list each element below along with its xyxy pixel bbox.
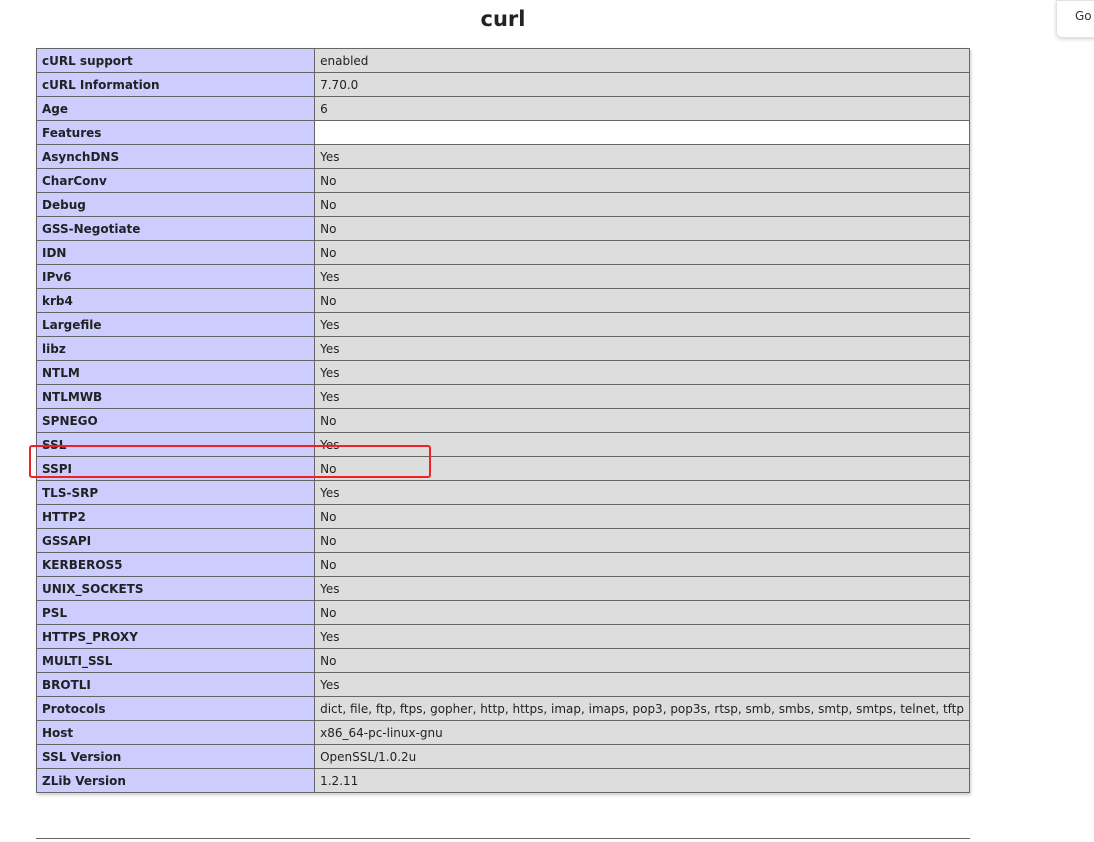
table-row: Age 6: [35, 96, 970, 121]
row-value: No: [314, 240, 970, 265]
row-name: IPv6: [35, 264, 316, 289]
row-value: 1.2.11: [314, 768, 970, 793]
table-row-ssl: SSL Yes: [35, 432, 970, 457]
row-value: OpenSSL/1.0.2u: [314, 744, 970, 769]
row-name: AsynchDNS: [35, 144, 316, 169]
table-row: ZLib Version 1.2.11: [35, 768, 970, 793]
table-row: Protocols dict, file, ftp, ftps, gopher, …: [35, 696, 970, 721]
row-name: SSL: [35, 432, 316, 457]
row-name: NTLM: [35, 360, 316, 385]
row-name: libz: [35, 336, 316, 361]
table-row: Debug No: [35, 192, 970, 217]
row-value: No: [314, 288, 970, 313]
row-value: enabled: [314, 48, 970, 73]
row-name: ZLib Version: [35, 768, 316, 793]
row-name: SSPI: [35, 456, 316, 481]
row-value: Yes: [314, 384, 970, 409]
table-row: AsynchDNS Yes: [35, 144, 970, 169]
row-name: Age: [35, 96, 316, 121]
row-value: Yes: [314, 576, 970, 601]
row-value: No: [314, 648, 970, 673]
row-name: Features: [35, 120, 316, 145]
row-value: No: [314, 600, 970, 625]
row-value: Yes: [314, 480, 970, 505]
curl-info-table: cURL support enabled cURL Information 7.70…: [35, 48, 970, 793]
row-name: PSL: [35, 600, 316, 625]
row-name: CharConv: [35, 168, 316, 193]
table-row: SSL Version OpenSSL/1.0.2u: [35, 744, 970, 769]
table-row: GSS-Negotiate No: [35, 216, 970, 241]
table-row: NTLMWB Yes: [35, 384, 970, 409]
phpinfo-page: curl Go cURL support enabled cURL Informa…: [0, 0, 1094, 842]
row-name: HTTP2: [35, 504, 316, 529]
row-name: BROTLI: [35, 672, 316, 697]
section-title: curl: [480, 7, 526, 31]
table-row: krb4 No: [35, 288, 970, 313]
row-name: NTLMWB: [35, 384, 316, 409]
row-value: No: [314, 552, 970, 577]
row-name: Host: [35, 720, 316, 745]
row-name: KERBEROS5: [35, 552, 316, 577]
row-name: krb4: [35, 288, 316, 313]
row-value: Yes: [314, 360, 970, 385]
row-value: No: [314, 408, 970, 433]
row-value: No: [314, 504, 970, 529]
row-value: Yes: [314, 144, 970, 169]
row-name: IDN: [35, 240, 316, 265]
next-table-edge: [36, 838, 970, 842]
table-row: Host x86_64-pc-linux-gnu: [35, 720, 970, 745]
row-name: Largefile: [35, 312, 316, 337]
table-row: SSPI No: [35, 456, 970, 481]
row-value: 7.70.0: [314, 72, 970, 97]
row-value: No: [314, 192, 970, 217]
table-row: Largefile Yes: [35, 312, 970, 337]
row-value: Yes: [314, 672, 970, 697]
row-value: Yes: [314, 624, 970, 649]
row-value: No: [314, 216, 970, 241]
table-row: SPNEGO No: [35, 408, 970, 433]
table-row: Features: [35, 120, 970, 145]
row-value: Yes: [314, 432, 970, 457]
table-row: HTTPS_PROXY Yes: [35, 624, 970, 649]
table-row: TLS-SRP Yes: [35, 480, 970, 505]
table-row: UNIX_SOCKETS Yes: [35, 576, 970, 601]
row-name: Debug: [35, 192, 316, 217]
table-row: KERBEROS5 No: [35, 552, 970, 577]
table-row: HTTP2 No: [35, 504, 970, 529]
table-row: GSSAPI No: [35, 528, 970, 553]
row-value: 6: [314, 96, 970, 121]
table-row: MULTI_SSL No: [35, 648, 970, 673]
row-name: SPNEGO: [35, 408, 316, 433]
table-row: cURL Information 7.70.0: [35, 72, 970, 97]
row-name: cURL Information: [35, 72, 316, 97]
row-name: UNIX_SOCKETS: [35, 576, 316, 601]
table-row: IPv6 Yes: [35, 264, 970, 289]
row-name: cURL support: [35, 48, 316, 73]
row-value: [314, 120, 970, 145]
table-row: CharConv No: [35, 168, 970, 193]
table-row: PSL No: [35, 600, 970, 625]
row-name: Protocols: [35, 696, 316, 721]
table-row: cURL support enabled: [35, 48, 970, 73]
row-value: Yes: [314, 264, 970, 289]
row-name: GSSAPI: [35, 528, 316, 553]
row-name: SSL Version: [35, 744, 316, 769]
row-name: HTTPS_PROXY: [35, 624, 316, 649]
row-value: x86_64-pc-linux-gnu: [314, 720, 970, 745]
row-value: No: [314, 168, 970, 193]
row-value: Yes: [314, 312, 970, 337]
table-row: BROTLI Yes: [35, 672, 970, 697]
row-value: Yes: [314, 336, 970, 361]
row-value: No: [314, 528, 970, 553]
table-row: IDN No: [35, 240, 970, 265]
table-row: NTLM Yes: [35, 360, 970, 385]
translate-button[interactable]: Go: [1056, 0, 1094, 38]
row-value: No: [314, 456, 970, 481]
row-value: dict, file, ftp, ftps, gopher, http, htt…: [314, 696, 970, 721]
row-name: TLS-SRP: [35, 480, 316, 505]
row-name: MULTI_SSL: [35, 648, 316, 673]
row-name: GSS-Negotiate: [35, 216, 316, 241]
table-row: libz Yes: [35, 336, 970, 361]
